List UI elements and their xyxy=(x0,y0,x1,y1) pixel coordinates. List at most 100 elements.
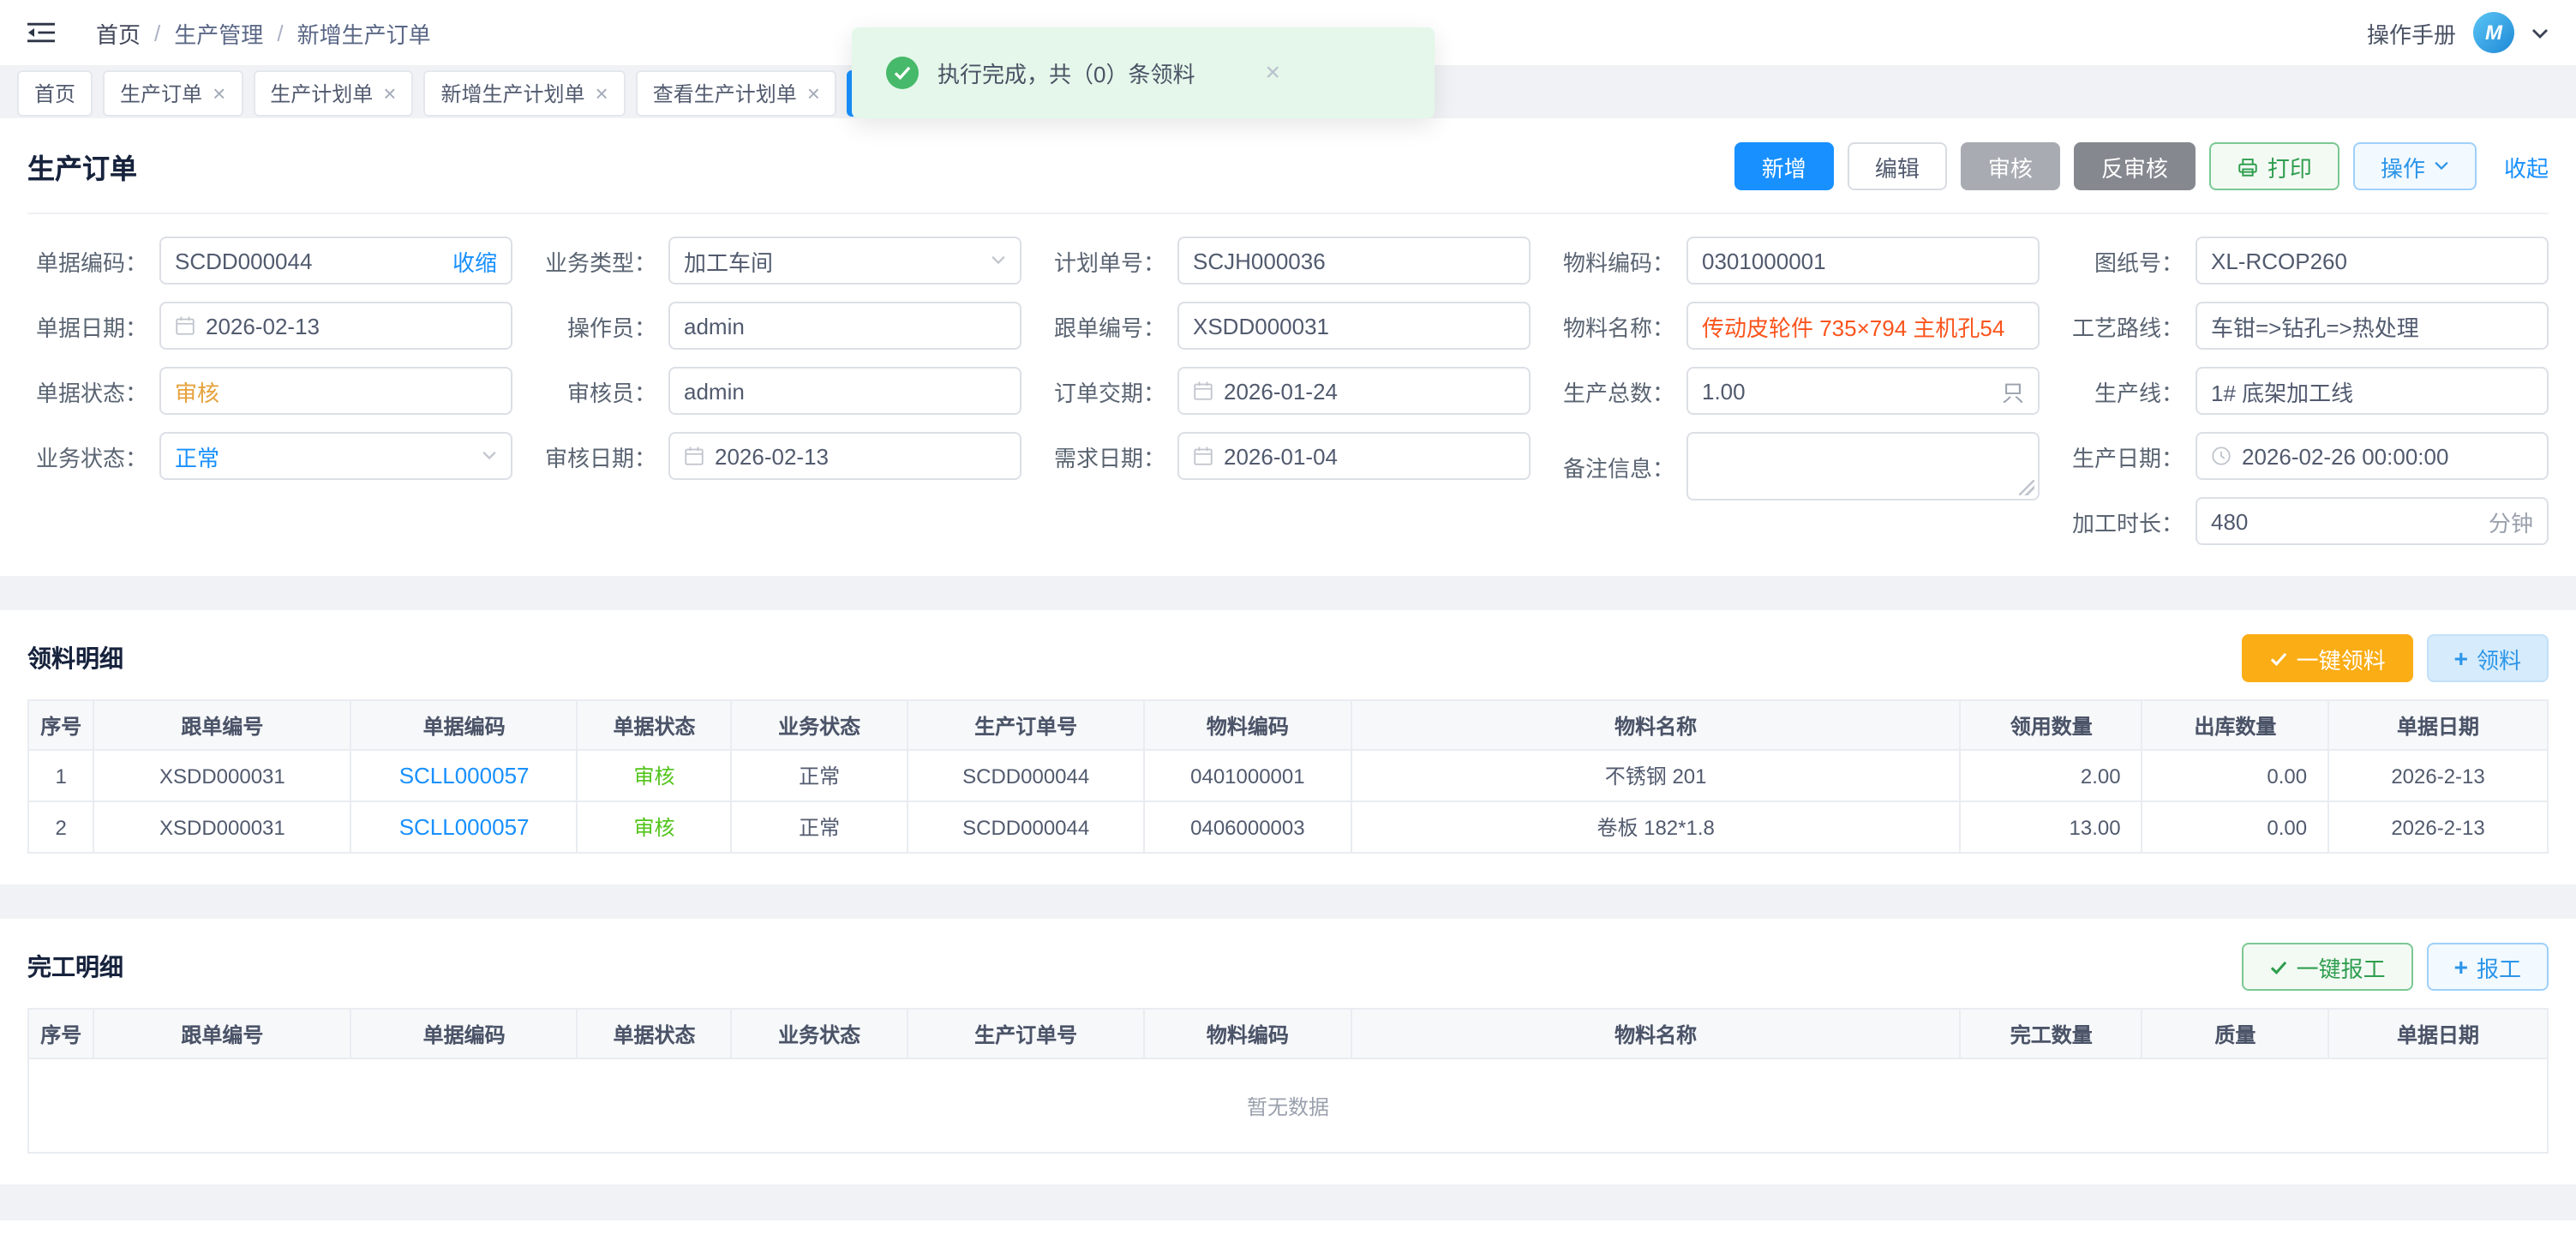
material-code-input[interactable]: 0301000001 xyxy=(1686,237,2040,285)
table-row[interactable]: 2XSDD000031SCLL000057审核正常SCDD00004404060… xyxy=(28,801,2548,853)
tab-close-icon[interactable]: × xyxy=(383,81,396,104)
order-due-input[interactable]: 2026-01-24 xyxy=(1177,367,1531,415)
column-header[interactable]: 单据编码 xyxy=(350,1009,578,1058)
column-header[interactable]: 物料编码 xyxy=(1144,1009,1351,1058)
table-cell[interactable]: SCLL000057 xyxy=(350,750,578,801)
biz-type-select[interactable]: 加工车间 xyxy=(668,237,1021,285)
operator-input[interactable]: admin xyxy=(668,302,1021,350)
column-header[interactable]: 跟单编号 xyxy=(93,700,350,750)
column-header[interactable]: 生产订单号 xyxy=(908,1009,1144,1058)
tab-item[interactable]: 查看生产计划单× xyxy=(636,69,837,116)
breadcrumb: 首页/生产管理/新增生产订单 xyxy=(96,16,431,49)
actions-dropdown-button[interactable]: 操作 xyxy=(2353,142,2477,190)
column-header[interactable]: 单据编码 xyxy=(350,700,578,750)
footer-strip xyxy=(0,1220,2576,1241)
tab-item[interactable]: 新增生产计划单× xyxy=(423,69,625,116)
auditor-input[interactable]: admin xyxy=(668,367,1021,415)
biz-status-select[interactable]: 正常 xyxy=(159,432,512,480)
column-header[interactable]: 质量 xyxy=(2142,1009,2329,1058)
auditor-label: 审核员： xyxy=(536,375,668,407)
table-cell: 不锈钢 201 xyxy=(1351,750,1961,801)
column-header[interactable]: 出库数量 xyxy=(2142,700,2329,750)
check-icon xyxy=(2269,650,2288,666)
table-cell: 2026-2-13 xyxy=(2328,750,2548,801)
table-cell: 0401000001 xyxy=(1144,750,1351,801)
empty-text: 暂无数据 xyxy=(28,1058,2548,1153)
column-header[interactable]: 跟单编号 xyxy=(93,1009,350,1058)
column-header[interactable]: 单据日期 xyxy=(2328,700,2548,750)
collapse-link[interactable]: 收起 xyxy=(2504,150,2549,183)
column-header[interactable]: 物料名称 xyxy=(1351,1009,1961,1058)
column-header[interactable]: 序号 xyxy=(28,1009,93,1058)
plus-icon: + xyxy=(2454,955,2468,979)
manual-link[interactable]: 操作手册 xyxy=(2367,16,2456,49)
tab-close-icon[interactable]: × xyxy=(213,81,225,104)
one-key-report-button[interactable]: 一键报工 xyxy=(2242,943,2413,991)
tab-label: 首页 xyxy=(34,78,75,107)
doc-date-label: 单据日期： xyxy=(27,309,159,342)
doc-date-input[interactable]: 2026-02-13 xyxy=(159,302,512,350)
table-row[interactable]: 1XSDD000031SCLL000057审核正常SCDD00004404010… xyxy=(28,750,2548,801)
material-name-input[interactable]: 传动皮轮件 735×794 主机孔54 xyxy=(1686,302,2040,350)
tab-item[interactable]: 首页 xyxy=(17,69,93,116)
column-header[interactable]: 生产订单号 xyxy=(908,700,1144,750)
doc-status-input[interactable]: 审核 xyxy=(159,367,512,415)
drawing-no-label: 图纸号： xyxy=(2064,244,2196,277)
add-button[interactable]: 新增 xyxy=(1734,142,1834,190)
column-header[interactable]: 领用数量 xyxy=(1961,700,2142,750)
column-header[interactable]: 完工数量 xyxy=(1961,1009,2142,1058)
breadcrumb-item[interactable]: 首页 xyxy=(96,16,141,49)
tab-label: 生产计划单 xyxy=(270,78,373,107)
picking-head: 领料明细 一键领料 + 领料 xyxy=(27,634,2549,682)
duration-input[interactable]: 480 分钟 xyxy=(2196,497,2549,545)
menu-fold-icon[interactable] xyxy=(27,21,55,45)
column-header[interactable]: 单据状态 xyxy=(578,700,731,750)
breadcrumb-item[interactable]: 生产管理 xyxy=(174,16,263,49)
prod-date-input[interactable]: 2026-02-26 00:00:00 xyxy=(2196,432,2549,480)
avatar[interactable]: M xyxy=(2473,12,2514,53)
doc-code-label: 单据编码： xyxy=(27,244,159,277)
table-cell: 正常 xyxy=(731,750,908,801)
column-header[interactable]: 单据日期 xyxy=(2328,1009,2548,1058)
remark-label: 备注信息： xyxy=(1555,450,1686,483)
add-pick-button[interactable]: + 领料 xyxy=(2427,634,2549,682)
remark-textarea[interactable] xyxy=(1686,432,2040,501)
form-col-2: 业务类型： 加工车间 操作员： admin 审核员： admin xyxy=(536,237,1021,545)
audit-button[interactable]: 审核 xyxy=(1961,142,2060,190)
column-header[interactable]: 业务状态 xyxy=(731,1009,908,1058)
column-header[interactable]: 单据状态 xyxy=(578,1009,731,1058)
follow-no-input[interactable]: XSDD000031 xyxy=(1177,302,1531,350)
table-cell: XSDD000031 xyxy=(93,750,350,801)
total-qty-input[interactable]: 1.00 只 xyxy=(1686,367,2040,415)
user-caret-icon[interactable] xyxy=(2531,27,2549,39)
tab-item[interactable]: 生产订单× xyxy=(103,69,243,116)
table-cell: 0406000003 xyxy=(1144,801,1351,853)
completion-head: 完工明细 一键报工 + 报工 xyxy=(27,943,2549,991)
breadcrumb-item[interactable]: 新增生产订单 xyxy=(297,16,431,49)
toast-close-icon[interactable]: × xyxy=(1265,60,1280,86)
edit-button[interactable]: 编辑 xyxy=(1848,142,1947,190)
audit-date-input[interactable]: 2026-02-13 xyxy=(668,432,1021,480)
table-cell[interactable]: SCLL000057 xyxy=(350,801,578,853)
prod-line-input[interactable]: 1# 底架加工线 xyxy=(2196,367,2549,415)
tab-close-icon[interactable]: × xyxy=(807,81,820,104)
resize-grip-icon[interactable] xyxy=(2019,480,2034,495)
column-header[interactable]: 序号 xyxy=(28,700,93,750)
print-button[interactable]: 打印 xyxy=(2209,142,2339,190)
table-cell: 审核 xyxy=(578,801,731,853)
one-key-pick-button[interactable]: 一键领料 xyxy=(2242,634,2413,682)
printer-icon xyxy=(2237,155,2259,177)
column-header[interactable]: 物料名称 xyxy=(1351,700,1961,750)
tab-item[interactable]: 生产计划单 × xyxy=(253,69,413,116)
column-header[interactable]: 业务状态 xyxy=(731,700,908,750)
column-header[interactable]: 物料编码 xyxy=(1144,700,1351,750)
add-report-button[interactable]: + 报工 xyxy=(2427,943,2549,991)
unaudit-button[interactable]: 反审核 xyxy=(2074,142,2196,190)
shrink-link[interactable]: 收缩 xyxy=(452,244,497,277)
tab-close-icon[interactable]: × xyxy=(596,81,608,104)
doc-code-input[interactable]: SCDD000044 收缩 xyxy=(159,237,512,285)
process-route-input[interactable]: 车钳=>钻孔=>热处理 xyxy=(2196,302,2549,350)
demand-date-input[interactable]: 2026-01-04 xyxy=(1177,432,1531,480)
plan-no-input[interactable]: SCJH000036 xyxy=(1177,237,1531,285)
drawing-no-input[interactable]: XL-RCOP260 xyxy=(2196,237,2549,285)
